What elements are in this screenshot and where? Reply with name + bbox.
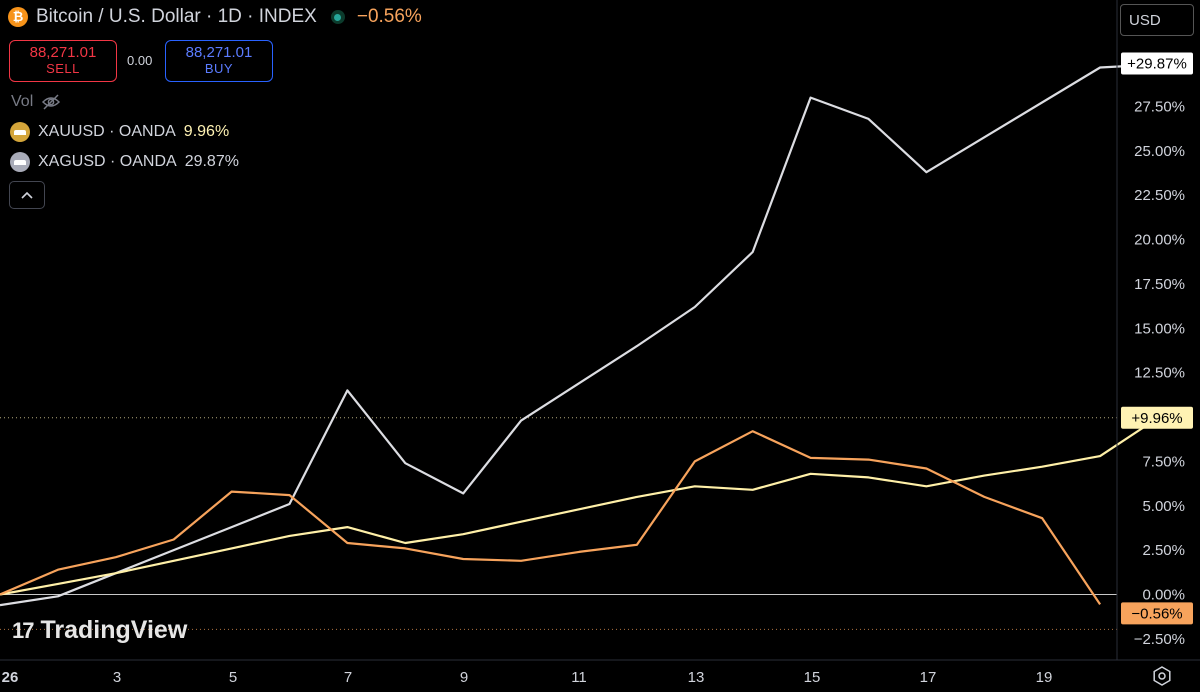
y-tick-label: 7.50% (1142, 453, 1185, 470)
x-tick-label: 17 (920, 669, 937, 686)
currency-selector[interactable]: USD (1120, 4, 1194, 36)
buy-label: BUY (204, 61, 234, 76)
y-tick-label: 2.50% (1142, 542, 1185, 559)
series-line-2[interactable] (0, 430, 1102, 606)
silver-icon (10, 152, 30, 172)
watermark-text: TradingView (40, 616, 188, 644)
eye-off-icon[interactable] (41, 94, 61, 110)
series-line-1[interactable] (0, 416, 1159, 596)
x-tick-label: 19 (1036, 669, 1053, 686)
symbol-header[interactable]: ₿ Bitcoin / U.S. Dollar · 1D · INDEX −0.… (8, 6, 422, 28)
chart-area[interactable]: 27.50% 25.00% 22.50% 20.00% 17.50% 15.00% 12.5… (0, 0, 1200, 692)
y-tick-label: −2.50% (1134, 631, 1185, 648)
x-tick-label: 9 (460, 669, 468, 686)
gear-icon (1153, 666, 1171, 686)
y-tick-label: 17.50% (1134, 276, 1185, 293)
sell-label: SELL (46, 61, 80, 76)
x-tick-label: 7 (344, 669, 352, 686)
tradingview-logo: 17 (12, 617, 35, 643)
y-tick-label: 15.00% (1134, 320, 1185, 337)
legend-symbol: XAGUSD · OANDA (38, 153, 177, 170)
legend-item-xauusd[interactable]: XAUUSD · OANDA 9.96% (10, 122, 229, 142)
buy-button[interactable]: 88,271.01 BUY (165, 40, 273, 82)
price-labels: +29.87% +9.96% −0.56% (1121, 52, 1193, 625)
collapse-legend-button[interactable] (9, 181, 45, 209)
currency-label: USD (1129, 11, 1161, 29)
legend-value: 29.87% (184, 153, 239, 170)
sell-button[interactable]: 88,271.01 SELL (9, 40, 117, 82)
y-tick-label: 20.00% (1134, 232, 1185, 249)
y-tick-label: 5.00% (1142, 498, 1185, 515)
gold-icon (10, 122, 30, 142)
y-tick-label: 0.00% (1142, 587, 1185, 604)
price-label-text: −0.56% (1131, 605, 1182, 622)
x-axis: 26 3 5 7 9 11 13 15 17 19 (0, 659, 1200, 686)
x-tick-label: 5 (229, 669, 237, 686)
x-tick-label: 3 (113, 669, 121, 686)
y-tick-label: 27.50% (1134, 99, 1185, 116)
volume-label: Vol (11, 93, 34, 110)
market-status-icon (330, 10, 345, 24)
price-label-text: +29.87% (1127, 55, 1187, 72)
x-tick-label: 13 (688, 669, 705, 686)
y-tick-label: 25.00% (1134, 143, 1185, 160)
price-label-text: +9.96% (1131, 410, 1182, 427)
spread-value: 0.00 (127, 53, 153, 68)
y-tick-label: 22.50% (1134, 187, 1185, 204)
x-tick-label: 26 (2, 669, 19, 686)
bitcoin-icon: ₿ (8, 7, 28, 27)
legend-item-xagusd[interactable]: XAGUSD · OANDA 29.87% (10, 152, 239, 172)
chevron-up-icon (21, 191, 33, 199)
x-tick-label: 11 (571, 669, 587, 686)
sell-price: 88,271.01 (29, 44, 97, 61)
symbol-title[interactable]: Bitcoin / U.S. Dollar · 1D · INDEX (36, 6, 317, 28)
y-tick-label: 12.50% (1134, 365, 1185, 382)
buy-price: 88,271.01 (185, 44, 253, 61)
series-layer (0, 63, 1159, 630)
chart-settings-button[interactable] (1150, 664, 1174, 688)
series-line-0[interactable] (0, 63, 1159, 607)
y-axis: 27.50% 25.00% 22.50% 20.00% 17.50% 15.00% 12.5… (1116, 0, 1185, 660)
price-change: −0.56% (356, 6, 422, 27)
x-tick-label: 15 (804, 669, 821, 686)
volume-indicator[interactable]: Vol (11, 93, 61, 111)
legend-symbol: XAUUSD · OANDA (38, 123, 176, 140)
legend-value: 9.96% (183, 123, 230, 140)
tradingview-watermark: 17 TradingView (12, 616, 187, 645)
